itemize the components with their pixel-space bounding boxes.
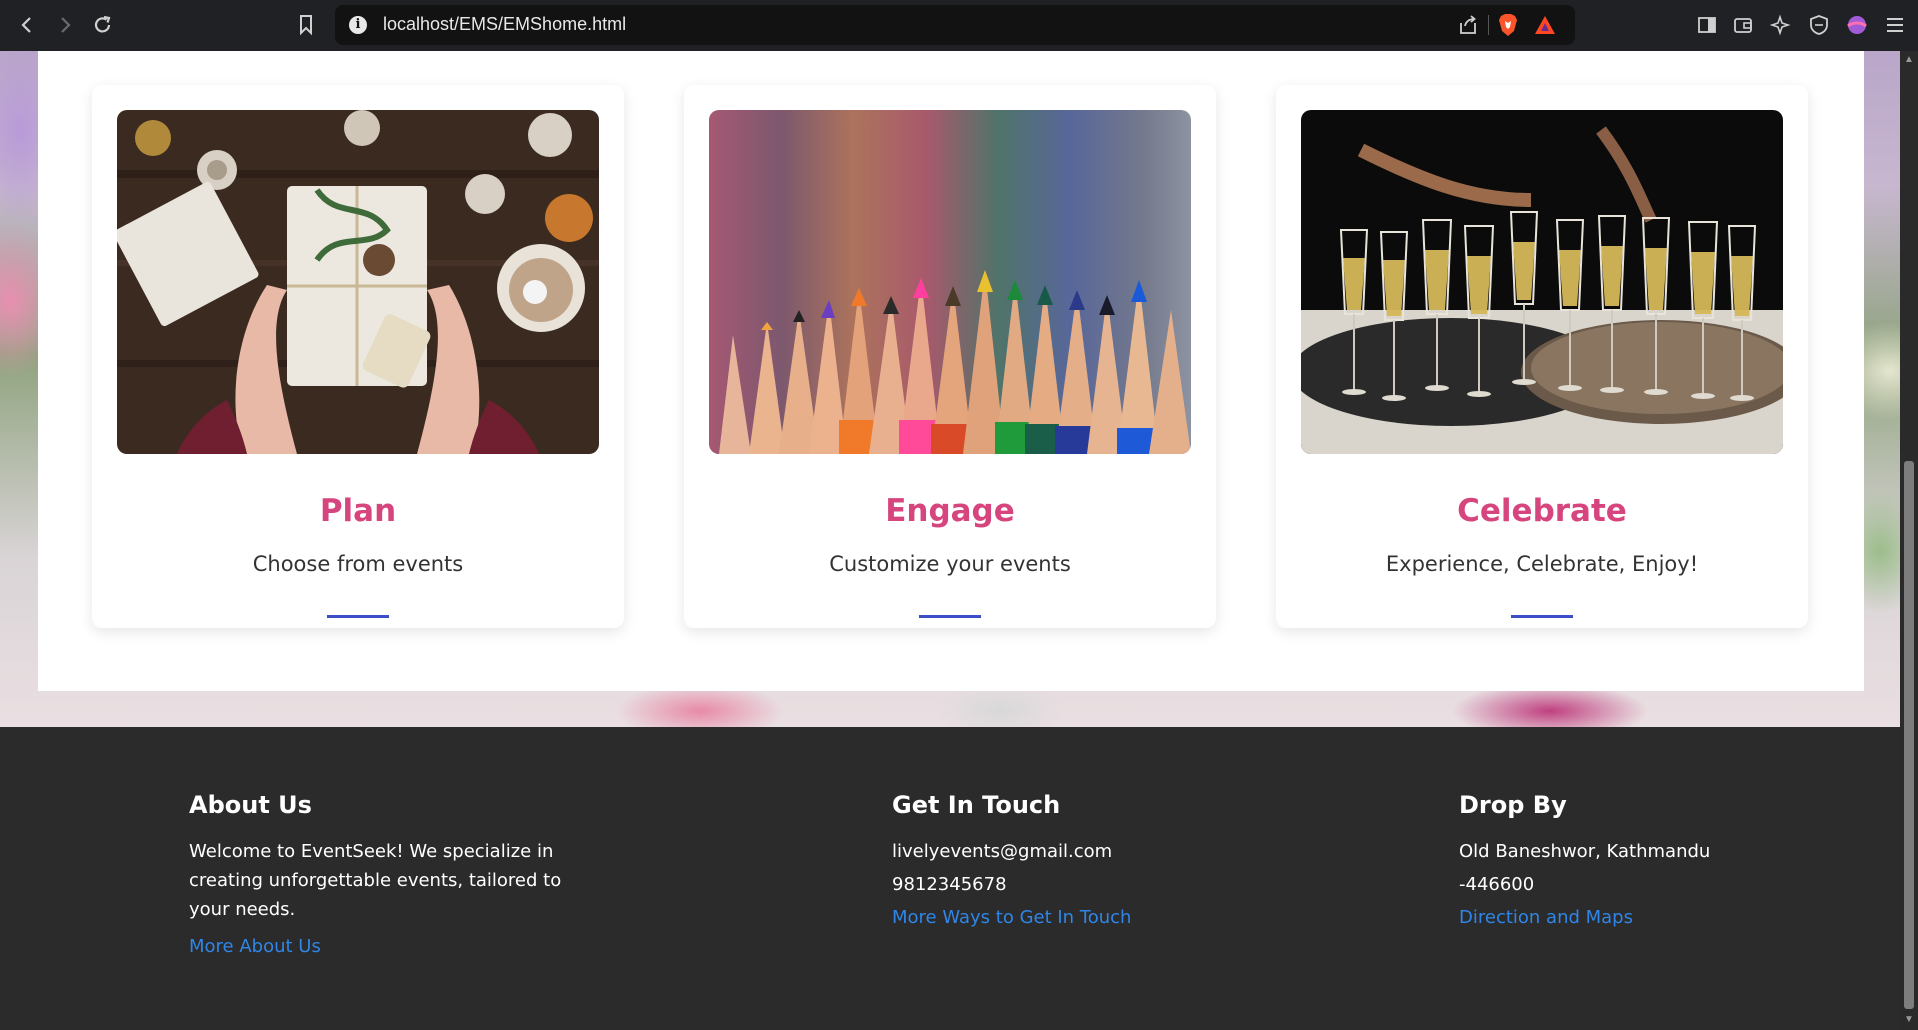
feature-card-plan: Plan Choose from events: [92, 85, 624, 628]
address-line: Old Baneshwor, Kathmandu: [1459, 841, 1711, 862]
contact-email: livelyevents@gmail.com: [892, 841, 1113, 862]
footer-heading: About Us: [189, 791, 312, 819]
address-bar[interactable]: i localhost/EMS/EMShome.html: [335, 5, 1575, 45]
card-accent-line: [919, 615, 981, 618]
footer-location-section: Drop By Old Baneshwor, Kathmandu -446600…: [1459, 791, 1819, 928]
rewards-icon[interactable]: [1533, 14, 1557, 36]
postal-code: -446600: [1459, 874, 1535, 895]
browser-toolbar: i localhost/EMS/EMShome.html: [0, 0, 1918, 51]
more-about-link[interactable]: More About Us: [189, 936, 589, 957]
bookmark-icon[interactable]: [296, 14, 316, 36]
card-title: Celebrate: [1457, 493, 1627, 529]
wallet-icon[interactable]: [1732, 14, 1754, 36]
card-subtitle: Choose from events: [252, 552, 464, 576]
menu-icon[interactable]: [1884, 14, 1906, 36]
footer-contact-section: Get In Touch livelyevents@gmail.com 9812…: [892, 791, 1252, 928]
footer-heading: Drop By: [1459, 791, 1567, 819]
contact-link[interactable]: More Ways to Get In Touch: [892, 907, 1252, 928]
gift-boxes-photo: [117, 110, 599, 454]
divider: [1488, 15, 1489, 35]
back-icon[interactable]: [14, 12, 40, 38]
forward-icon[interactable]: [52, 12, 78, 38]
vpn-shield-icon[interactable]: [1808, 14, 1830, 36]
card-accent-line: [327, 615, 389, 618]
footer-heading: Get In Touch: [892, 791, 1061, 819]
scroll-up-icon[interactable]: ▲: [1904, 55, 1914, 65]
about-text: Welcome to EventSeek! We specialize in c…: [189, 841, 562, 920]
site-footer: About Us Welcome to EventSeek! We specia…: [0, 727, 1900, 1030]
url-text[interactable]: localhost/EMS/EMShome.html: [383, 14, 626, 35]
leo-ai-icon[interactable]: [1769, 14, 1792, 36]
card-accent-line: [1511, 615, 1573, 618]
feature-card-celebrate: Celebrate Experience, Celebrate, Enjoy!: [1276, 85, 1808, 628]
scroll-down-icon[interactable]: ▼: [1904, 1015, 1914, 1025]
feature-card-engage: Engage Customize your events: [684, 85, 1216, 628]
info-icon[interactable]: i: [349, 16, 367, 34]
page-viewport: Plan Choose from events Engage Customize…: [0, 51, 1900, 1030]
footer-about-section: About Us Welcome to EventSeek! We specia…: [189, 791, 589, 957]
card-subtitle: Experience, Celebrate, Enjoy!: [1385, 552, 1699, 576]
champagne-glasses-photo: [1301, 110, 1783, 454]
card-title: Engage: [885, 493, 1015, 529]
contact-phone: 9812345678: [892, 874, 1007, 895]
card-title: Plan: [319, 493, 397, 529]
scrollbar-thumb[interactable]: [1904, 461, 1914, 1009]
directions-link[interactable]: Direction and Maps: [1459, 907, 1819, 928]
profile-avatar-icon[interactable]: [1846, 14, 1868, 36]
card-subtitle: Customize your events: [829, 552, 1071, 576]
features-panel: Plan Choose from events Engage Customize…: [38, 51, 1864, 691]
page-scrollbar[interactable]: ▲ ▼: [1900, 51, 1918, 1030]
share-icon[interactable]: [1457, 14, 1479, 36]
sidebar-icon[interactable]: [1696, 14, 1718, 36]
reload-icon[interactable]: [90, 12, 116, 38]
brave-shields-icon[interactable]: [1497, 13, 1519, 37]
colored-pencils-photo: [709, 110, 1191, 454]
